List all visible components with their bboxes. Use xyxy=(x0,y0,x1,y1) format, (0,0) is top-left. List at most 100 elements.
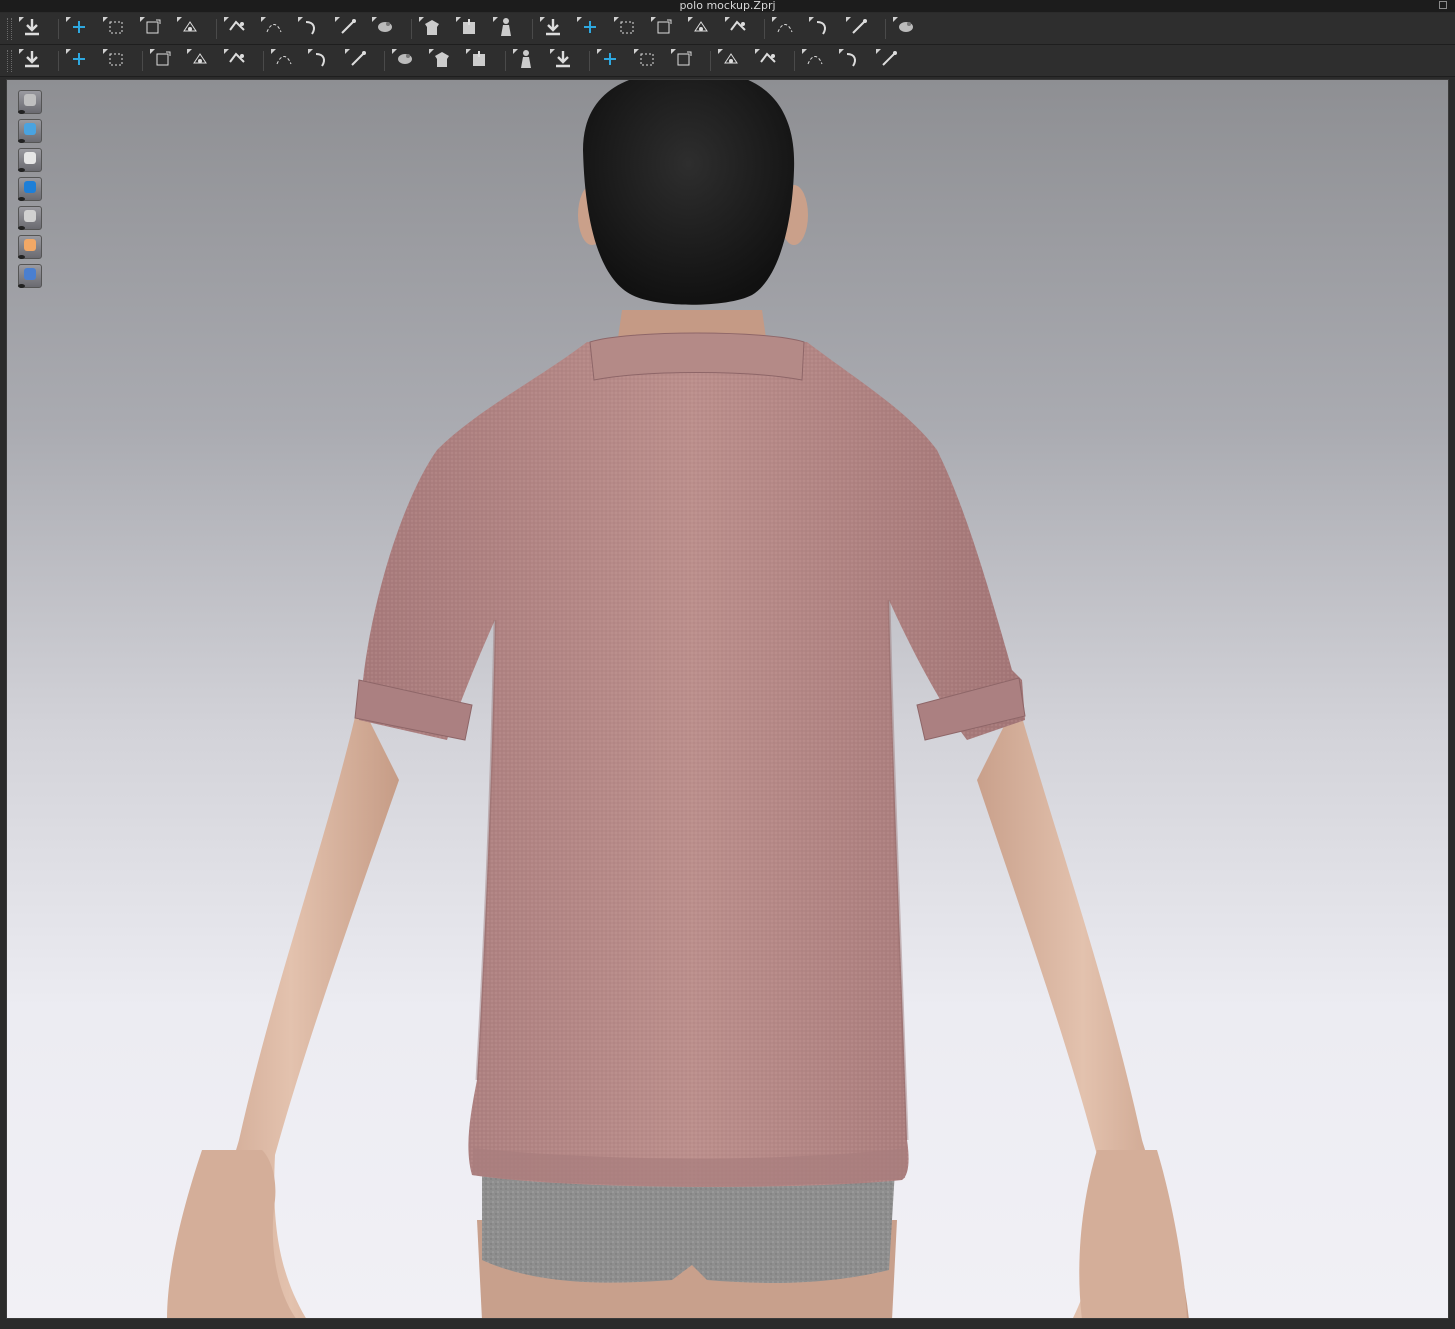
show-environment-button[interactable] xyxy=(18,264,42,288)
submenu-indicator-icon xyxy=(187,49,192,54)
layer-tool[interactable] xyxy=(650,16,678,42)
toolbar-separator xyxy=(764,19,765,39)
show-sewing-button[interactable] xyxy=(18,119,42,143)
submenu-indicator-icon xyxy=(839,49,844,54)
resize-icon xyxy=(757,48,779,74)
toolbar-separator xyxy=(58,19,59,39)
texture-tool[interactable] xyxy=(270,48,298,74)
button-icon xyxy=(394,48,416,74)
stack-tool[interactable] xyxy=(687,16,715,42)
stitch-icon xyxy=(152,48,174,74)
shirt-icon xyxy=(421,16,443,42)
needle-tool[interactable] xyxy=(102,48,130,74)
tape-tool[interactable] xyxy=(724,16,752,42)
submenu-indicator-icon xyxy=(103,49,108,54)
toolbar-separator xyxy=(505,51,506,71)
window-title-bar: polo mockup.Zprj xyxy=(0,0,1455,12)
button-tool[interactable] xyxy=(391,48,419,74)
transform-icon xyxy=(142,16,164,42)
graphic-tool[interactable] xyxy=(344,48,372,74)
3d-viewport[interactable] xyxy=(6,79,1449,1319)
edit-curve-tool[interactable] xyxy=(260,16,288,42)
garment-fit-tool[interactable] xyxy=(418,16,446,42)
show-fabric-button[interactable] xyxy=(18,177,42,201)
steam-tool[interactable] xyxy=(771,16,799,42)
submenu-indicator-icon xyxy=(224,49,229,54)
resize-tool[interactable] xyxy=(754,48,782,74)
pose-tool[interactable] xyxy=(18,48,46,74)
topstitch-tool[interactable] xyxy=(465,48,493,74)
shirt-up-tool[interactable] xyxy=(539,16,567,42)
tack-tool[interactable] xyxy=(371,16,399,42)
shirt-fit-icon xyxy=(804,48,826,74)
submenu-indicator-icon xyxy=(493,17,498,22)
zipper-tool[interactable] xyxy=(549,48,577,74)
zipper-pull-tool[interactable] xyxy=(512,48,540,74)
show-garment-button[interactable] xyxy=(18,90,42,114)
show-avatar-pose-button[interactable] xyxy=(18,148,42,172)
tape-icon xyxy=(727,16,749,42)
select-move-tool[interactable] xyxy=(65,16,93,42)
edit-pattern-tool[interactable] xyxy=(223,16,251,42)
shirt-updown-tool[interactable] xyxy=(576,16,604,42)
eye-icon xyxy=(18,168,25,172)
piping-tool[interactable] xyxy=(633,48,661,74)
shirt-fit-tool[interactable] xyxy=(801,48,829,74)
submenu-indicator-icon xyxy=(261,17,266,22)
edit-sewing-tool[interactable] xyxy=(297,16,325,42)
main-toolbar xyxy=(0,13,1455,45)
measure-tool[interactable] xyxy=(808,16,836,42)
shirt-down-tool[interactable] xyxy=(613,16,641,42)
stack-icon xyxy=(690,16,712,42)
fabric-tool[interactable] xyxy=(307,48,335,74)
maximize-icon[interactable] xyxy=(1439,1,1447,9)
needle-icon xyxy=(105,48,127,74)
simulation-tool[interactable] xyxy=(18,16,46,42)
toolbar-grip[interactable] xyxy=(7,18,12,40)
toolbar-separator xyxy=(710,51,711,71)
circumference-tool[interactable] xyxy=(845,16,873,42)
fold-tool[interactable] xyxy=(717,48,745,74)
ruler-tool[interactable] xyxy=(892,16,920,42)
toolbar-separator xyxy=(589,51,590,71)
submenu-indicator-icon xyxy=(809,17,814,22)
status-bar xyxy=(0,1319,1455,1329)
eye-icon xyxy=(18,255,25,259)
show-avatar-tool[interactable] xyxy=(492,16,520,42)
shirt-style-tool[interactable] xyxy=(838,48,866,74)
steam-icon xyxy=(774,16,796,42)
transform-tool[interactable] xyxy=(139,16,167,42)
puckering-tool[interactable] xyxy=(596,48,624,74)
select-cross-icon xyxy=(68,16,90,42)
copy-pattern-tool[interactable] xyxy=(223,48,251,74)
graphic-icon xyxy=(347,48,369,74)
submenu-indicator-icon xyxy=(345,49,350,54)
toolbar-separator xyxy=(411,19,412,39)
toolbar-grip[interactable] xyxy=(7,50,12,72)
ruler-icon xyxy=(895,16,917,42)
submenu-indicator-icon xyxy=(846,17,851,22)
pin-tool[interactable] xyxy=(334,16,362,42)
avatar-3d-view[interactable] xyxy=(7,80,1449,1319)
shirt-style-icon xyxy=(841,48,863,74)
toolbar-separator xyxy=(58,51,59,71)
underwear xyxy=(482,1170,895,1283)
buttonhole-tool[interactable] xyxy=(428,48,456,74)
arrangement-tool[interactable] xyxy=(455,16,483,42)
edit-pattern-icon xyxy=(226,16,248,42)
fold-arrangement-tool[interactable] xyxy=(176,16,204,42)
lips-tool[interactable] xyxy=(875,48,903,74)
brush-tool[interactable] xyxy=(65,48,93,74)
submenu-indicator-icon xyxy=(66,17,71,22)
show-pressure-button[interactable] xyxy=(18,206,42,230)
shirt-updown-icon xyxy=(579,16,601,42)
line-stitch-tool[interactable] xyxy=(149,48,177,74)
sewing-icon xyxy=(300,16,322,42)
show-avatar-button[interactable] xyxy=(18,235,42,259)
cross-stitch-tool[interactable] xyxy=(186,48,214,74)
submenu-indicator-icon xyxy=(140,17,145,22)
submenu-indicator-icon xyxy=(372,17,377,22)
elastic-tool[interactable] xyxy=(670,48,698,74)
cross-stitch-icon xyxy=(189,48,211,74)
select-mesh-box-tool[interactable] xyxy=(102,16,130,42)
